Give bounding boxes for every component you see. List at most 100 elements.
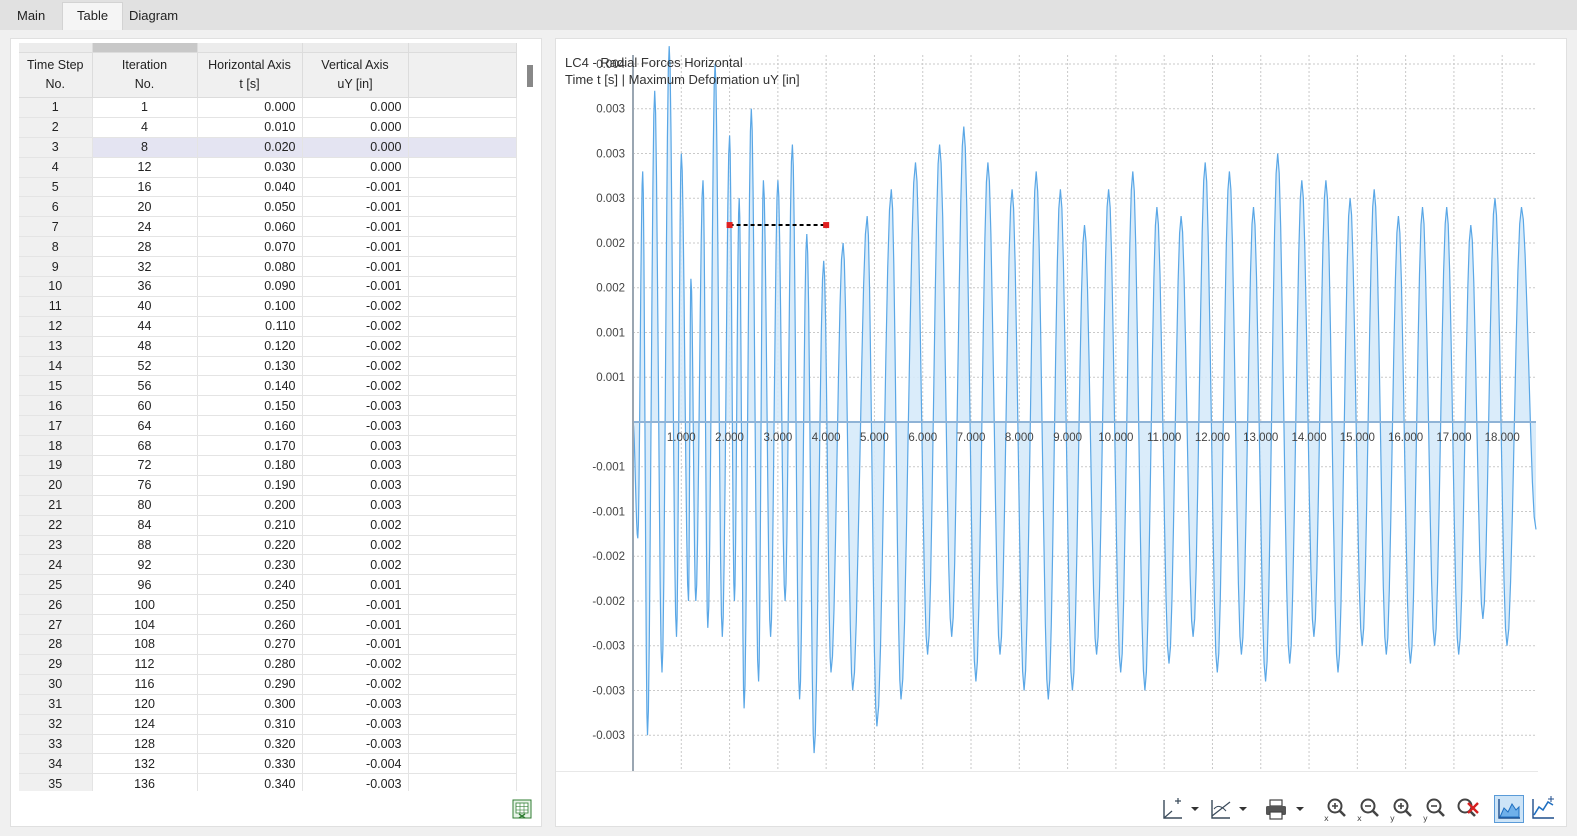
cell-iteration[interactable]: 124 xyxy=(92,714,198,735)
cell-time-step[interactable]: 19 xyxy=(19,455,93,476)
cell-time-step[interactable]: 5 xyxy=(19,177,93,198)
table-row[interactable]: 35 136 0.340 -0.003 xyxy=(19,773,517,791)
table-row[interactable]: 13 48 0.120 -0.002 xyxy=(19,336,517,357)
cell-time-step[interactable]: 15 xyxy=(19,375,93,397)
table-row[interactable]: 33 128 0.320 -0.003 xyxy=(19,734,517,755)
cell-time-step[interactable]: 11 xyxy=(19,296,93,317)
cell-iteration[interactable]: 80 xyxy=(92,495,198,516)
cell-time-step[interactable]: 16 xyxy=(19,395,93,417)
cell-time-step[interactable]: 32 xyxy=(19,714,93,735)
cell-time-step[interactable]: 31 xyxy=(19,694,93,715)
cell-horizontal-axis[interactable]: 0.240 xyxy=(197,574,303,596)
header-vertical-axis[interactable]: Vertical Axis uY [in] xyxy=(302,43,409,98)
cell-iteration[interactable]: 100 xyxy=(92,594,198,616)
cell-time-step[interactable]: 23 xyxy=(19,535,93,556)
cell-time-step[interactable]: 35 xyxy=(19,773,93,791)
cell-vertical-axis[interactable]: 0.000 xyxy=(302,157,409,178)
cell-iteration[interactable]: 76 xyxy=(92,475,198,496)
cell-iteration[interactable]: 44 xyxy=(92,316,198,337)
cell-iteration[interactable]: 108 xyxy=(92,634,198,655)
cell-iteration[interactable]: 68 xyxy=(92,435,198,457)
cell-horizontal-axis[interactable]: 0.090 xyxy=(197,276,303,297)
cell-horizontal-axis[interactable]: 0.320 xyxy=(197,734,303,755)
cell-vertical-axis[interactable]: -0.002 xyxy=(302,316,409,337)
cell-iteration[interactable]: 84 xyxy=(92,515,198,536)
cell-horizontal-axis[interactable]: 0.190 xyxy=(197,475,303,496)
table-scrollbar[interactable] xyxy=(526,51,534,791)
cell-vertical-axis[interactable]: -0.001 xyxy=(302,634,409,655)
cell-time-step[interactable]: 14 xyxy=(19,356,93,377)
cell-vertical-axis[interactable]: -0.001 xyxy=(302,614,409,636)
scroll-thumb[interactable] xyxy=(527,65,533,87)
cell-iteration[interactable]: 56 xyxy=(92,375,198,397)
cell-vertical-axis[interactable]: -0.003 xyxy=(302,714,409,735)
cell-horizontal-axis[interactable]: 0.030 xyxy=(197,157,303,178)
cell-time-step[interactable]: 1 xyxy=(19,97,93,118)
cell-iteration[interactable]: 60 xyxy=(92,395,198,417)
tab-main[interactable]: Main xyxy=(3,3,59,29)
table-row[interactable]: 31 120 0.300 -0.003 xyxy=(19,694,517,715)
cell-vertical-axis[interactable]: 0.001 xyxy=(302,574,409,596)
cell-horizontal-axis[interactable]: 0.140 xyxy=(197,375,303,397)
cell-time-step[interactable]: 8 xyxy=(19,236,93,258)
tangent-button[interactable] xyxy=(1208,795,1248,823)
table-row[interactable]: 6 20 0.050 -0.001 xyxy=(19,196,517,218)
cell-vertical-axis[interactable]: 0.000 xyxy=(302,117,409,138)
cell-vertical-axis[interactable]: 0.003 xyxy=(302,495,409,516)
table-row[interactable]: 11 40 0.100 -0.002 xyxy=(19,296,517,317)
chart-area[interactable]: 0.004 0.003 0.003 0.003 0.002 0.002 0.001 0.001… xyxy=(556,41,1538,772)
cell-time-step[interactable]: 34 xyxy=(19,753,93,775)
cell-vertical-axis[interactable]: -0.002 xyxy=(302,356,409,377)
cell-time-step[interactable]: 13 xyxy=(19,336,93,357)
cell-iteration[interactable]: 28 xyxy=(92,236,198,258)
cell-iteration[interactable]: 104 xyxy=(92,614,198,636)
cell-vertical-axis[interactable]: 0.002 xyxy=(302,515,409,536)
table-row[interactable]: 5 16 0.040 -0.001 xyxy=(19,177,517,198)
area-chart-button[interactable] xyxy=(1494,795,1524,823)
header-time-step[interactable]: Time Step No. xyxy=(19,43,93,98)
cell-iteration[interactable]: 32 xyxy=(92,256,198,278)
cell-time-step[interactable]: 10 xyxy=(19,276,93,297)
table-row[interactable]: 28 108 0.270 -0.001 xyxy=(19,634,517,655)
table-row[interactable]: 15 56 0.140 -0.002 xyxy=(19,375,517,397)
cell-time-step[interactable]: 20 xyxy=(19,475,93,496)
table-row[interactable]: 17 64 0.160 -0.003 xyxy=(19,415,517,437)
cell-time-step[interactable]: 24 xyxy=(19,554,93,576)
cell-iteration[interactable]: 116 xyxy=(92,674,198,695)
cell-horizontal-axis[interactable]: 0.010 xyxy=(197,117,303,138)
cell-time-step[interactable]: 18 xyxy=(19,435,93,457)
cell-horizontal-axis[interactable]: 0.160 xyxy=(197,415,303,437)
cell-horizontal-axis[interactable]: 0.250 xyxy=(197,594,303,616)
table-row[interactable]: 25 96 0.240 0.001 xyxy=(19,574,517,596)
cell-vertical-axis[interactable]: -0.003 xyxy=(302,395,409,417)
cell-horizontal-axis[interactable]: 0.220 xyxy=(197,535,303,556)
cell-horizontal-axis[interactable]: 0.260 xyxy=(197,614,303,636)
table-row[interactable]: 7 24 0.060 -0.001 xyxy=(19,216,517,238)
table-row[interactable]: 24 92 0.230 0.002 xyxy=(19,554,517,576)
table-row[interactable]: 21 80 0.200 0.003 xyxy=(19,495,517,516)
table-row[interactable]: 1 1 0.000 0.000 xyxy=(19,97,517,118)
table-row[interactable]: 32 124 0.310 -0.003 xyxy=(19,714,517,735)
cell-iteration[interactable]: 8 xyxy=(92,137,198,158)
cell-vertical-axis[interactable]: 0.003 xyxy=(302,455,409,476)
cell-iteration[interactable]: 92 xyxy=(92,554,198,576)
cell-horizontal-axis[interactable]: 0.330 xyxy=(197,753,303,775)
cell-iteration[interactable]: 136 xyxy=(92,773,198,791)
table-row[interactable]: 34 132 0.330 -0.004 xyxy=(19,753,517,775)
cell-horizontal-axis[interactable]: 0.270 xyxy=(197,634,303,655)
cell-horizontal-axis[interactable]: 0.110 xyxy=(197,316,303,337)
cell-vertical-axis[interactable]: -0.003 xyxy=(302,773,409,791)
cell-horizontal-axis[interactable]: 0.080 xyxy=(197,256,303,278)
cell-iteration[interactable]: 1 xyxy=(92,97,198,118)
cell-time-step[interactable]: 2 xyxy=(19,117,93,138)
cell-iteration[interactable]: 88 xyxy=(92,535,198,556)
table-row[interactable]: 10 36 0.090 -0.001 xyxy=(19,276,517,297)
table-row[interactable]: 22 84 0.210 0.002 xyxy=(19,515,517,536)
cell-time-step[interactable]: 3 xyxy=(19,137,93,158)
cell-vertical-axis[interactable]: -0.003 xyxy=(302,734,409,755)
cell-horizontal-axis[interactable]: 0.230 xyxy=(197,554,303,576)
cell-iteration[interactable]: 40 xyxy=(92,296,198,317)
cell-time-step[interactable]: 26 xyxy=(19,594,93,616)
table-row[interactable]: 26 100 0.250 -0.001 xyxy=(19,594,517,616)
cell-iteration[interactable]: 64 xyxy=(92,415,198,437)
